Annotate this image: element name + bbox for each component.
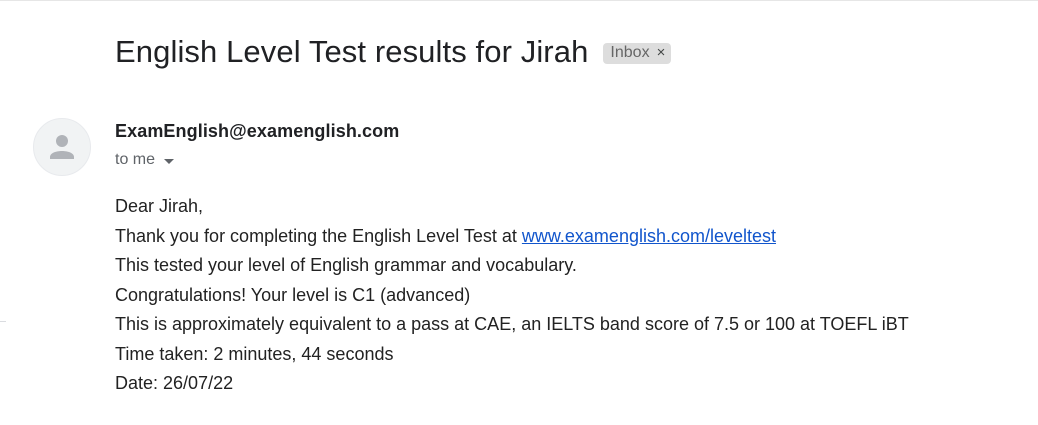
body-greeting: Dear Jirah, — [115, 196, 204, 216]
body-line-5: Time taken: 2 minutes, 44 seconds — [115, 343, 394, 364]
body-line-4: This is approximately equivalent to a pa… — [115, 314, 909, 334]
inbox-label-text: Inbox — [610, 43, 650, 61]
email-body: Dear Jirah, Thank you for completing the… — [115, 192, 909, 399]
sender-avatar[interactable] — [33, 118, 91, 176]
email-view: English Level Test results for Jirah Inb… — [0, 0, 1038, 425]
subject-row: English Level Test results for Jirah Inb… — [115, 34, 672, 70]
close-icon[interactable]: × — [657, 44, 666, 61]
recipient-details-toggle[interactable]: to me — [115, 151, 175, 169]
default-person-icon — [50, 135, 74, 159]
recipient-text: to me — [115, 151, 156, 168]
body-line-3: Congratulations! Your level is C1 (advan… — [115, 284, 471, 305]
body-line-2: This tested your level of English gramma… — [115, 255, 577, 275]
inbox-label-chip[interactable]: Inbox × — [603, 42, 672, 64]
side-divider — [0, 321, 6, 322]
level-test-link[interactable]: www.examenglish.com/leveltest — [522, 226, 776, 246]
body-line-6: Date: 26/07/22 — [115, 373, 234, 393]
top-divider — [0, 0, 1038, 1]
body-line-1-text: Thank you for completing the English Lev… — [115, 225, 522, 246]
email-subject: English Level Test results for Jirah — [115, 34, 589, 69]
caret-down-icon[interactable] — [164, 158, 175, 164]
body-line-1: Thank you for completing the English Lev… — [115, 222, 909, 252]
sender-email[interactable]: ExamEnglish@examenglish.com — [115, 121, 399, 142]
